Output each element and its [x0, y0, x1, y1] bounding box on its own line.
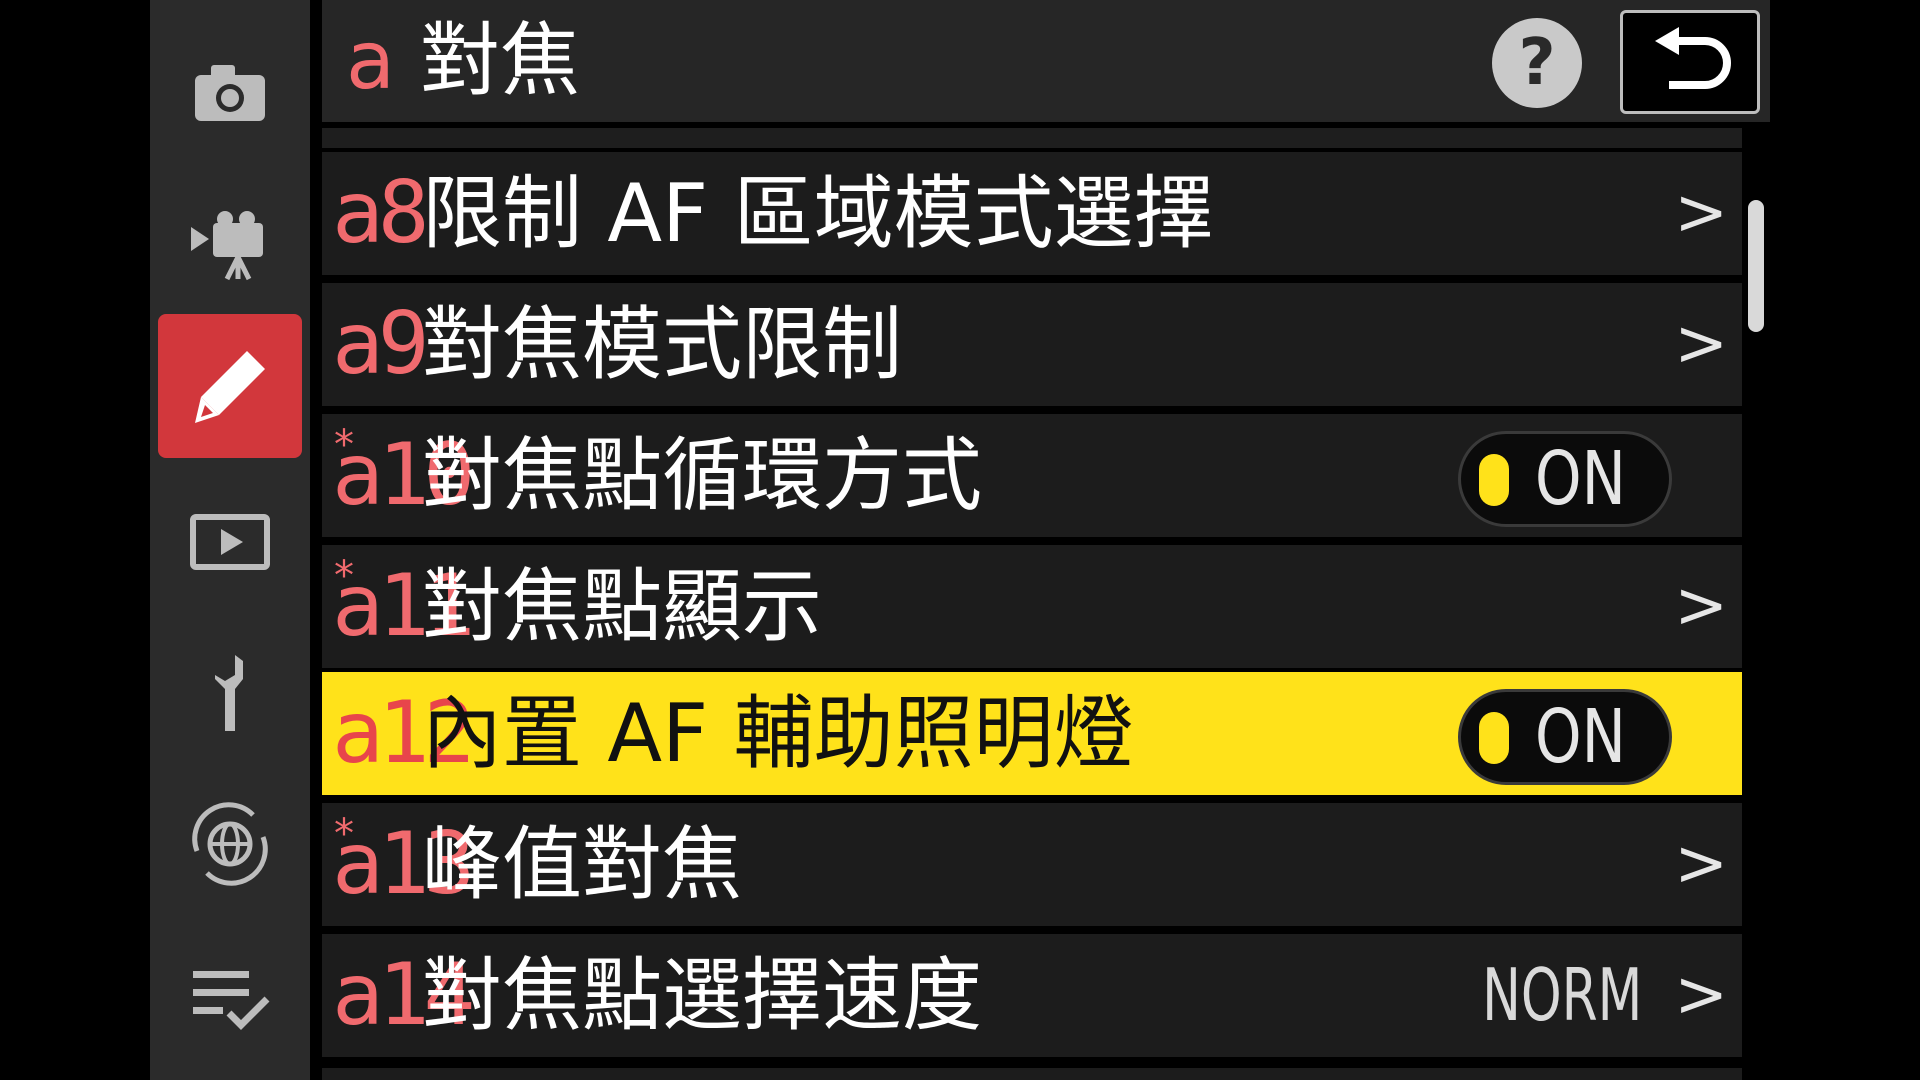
menu-item-a11[interactable]: * a11 對焦點顯示 > — [322, 545, 1742, 668]
tab-movie-recording[interactable] — [158, 170, 302, 314]
on-off-toggle[interactable]: ON — [1458, 431, 1672, 527]
item-label: 限制 AF 區域模式選擇 — [422, 167, 1214, 260]
menu-item-a9[interactable]: a9 對焦模式限制 > — [322, 283, 1742, 406]
menu-item-a14[interactable]: a14 對焦點選擇速度 NORM > — [322, 934, 1742, 1057]
item-label: 對焦模式限制 — [422, 298, 902, 391]
chevron-right-icon: > — [1674, 569, 1728, 643]
tab-my-menu[interactable] — [158, 926, 302, 1070]
item-code: a9 — [332, 294, 430, 394]
camera-menu-screen: a 對焦 ? a8 限制 AF 區域模式選擇 > a9 對焦模式限制 > * a… — [0, 0, 1920, 1080]
item-label: 對焦點循環方式 — [422, 429, 982, 522]
item-label: 峰值對焦 — [422, 818, 742, 911]
item-value: NORM — [1481, 953, 1642, 1037]
menu-tab-sidebar — [150, 0, 310, 1080]
network-globe-icon — [192, 802, 268, 886]
wrench-icon — [215, 655, 243, 731]
tab-playback[interactable] — [158, 470, 302, 614]
movie-camera-icon — [191, 211, 263, 281]
tab-custom-settings[interactable] — [158, 314, 302, 458]
item-label: 對焦點顯示 — [422, 560, 822, 653]
menu-header: a 對焦 ? — [322, 0, 1770, 122]
chevron-right-icon: > — [1674, 827, 1728, 901]
list-top-strip — [322, 128, 1742, 148]
chevron-right-icon: > — [1674, 958, 1728, 1032]
toggle-knob — [1479, 454, 1509, 506]
on-off-toggle[interactable]: ON — [1458, 689, 1672, 785]
toggle-state: ON — [1535, 694, 1626, 780]
menu-item-a12[interactable]: a12 內置 AF 輔助照明燈 ON — [322, 672, 1742, 795]
menu-item-a8[interactable]: a8 限制 AF 區域模式選擇 > — [322, 152, 1742, 275]
camera-icon — [195, 65, 265, 121]
toggle-knob — [1479, 712, 1509, 764]
tab-network[interactable] — [158, 772, 302, 916]
next-item-peek — [322, 1068, 1742, 1080]
pencil-icon — [195, 351, 265, 423]
chevron-right-icon: > — [1674, 307, 1728, 381]
my-menu-list-icon — [193, 971, 270, 1030]
tab-photo-shooting[interactable] — [158, 20, 302, 164]
chevron-right-icon: > — [1674, 176, 1728, 250]
menu-item-a10[interactable]: * a10 對焦點循環方式 ON — [322, 414, 1742, 537]
item-code: a8 — [332, 163, 430, 263]
menu-group-code: a — [346, 14, 396, 107]
toggle-state: ON — [1535, 436, 1626, 522]
back-button[interactable] — [1620, 10, 1760, 114]
tab-setup[interactable] — [158, 620, 302, 764]
page-title: 對焦 — [420, 14, 580, 107]
list-scrollbar[interactable] — [1748, 200, 1764, 332]
return-arrow-icon — [1655, 27, 1731, 89]
help-button[interactable]: ? — [1492, 18, 1582, 108]
item-label: 對焦點選擇速度 — [422, 949, 982, 1042]
playback-icon — [190, 514, 270, 570]
item-label: 內置 AF 輔助照明燈 — [422, 687, 1134, 780]
menu-item-a13[interactable]: * a13 峰值對焦 > — [322, 803, 1742, 926]
